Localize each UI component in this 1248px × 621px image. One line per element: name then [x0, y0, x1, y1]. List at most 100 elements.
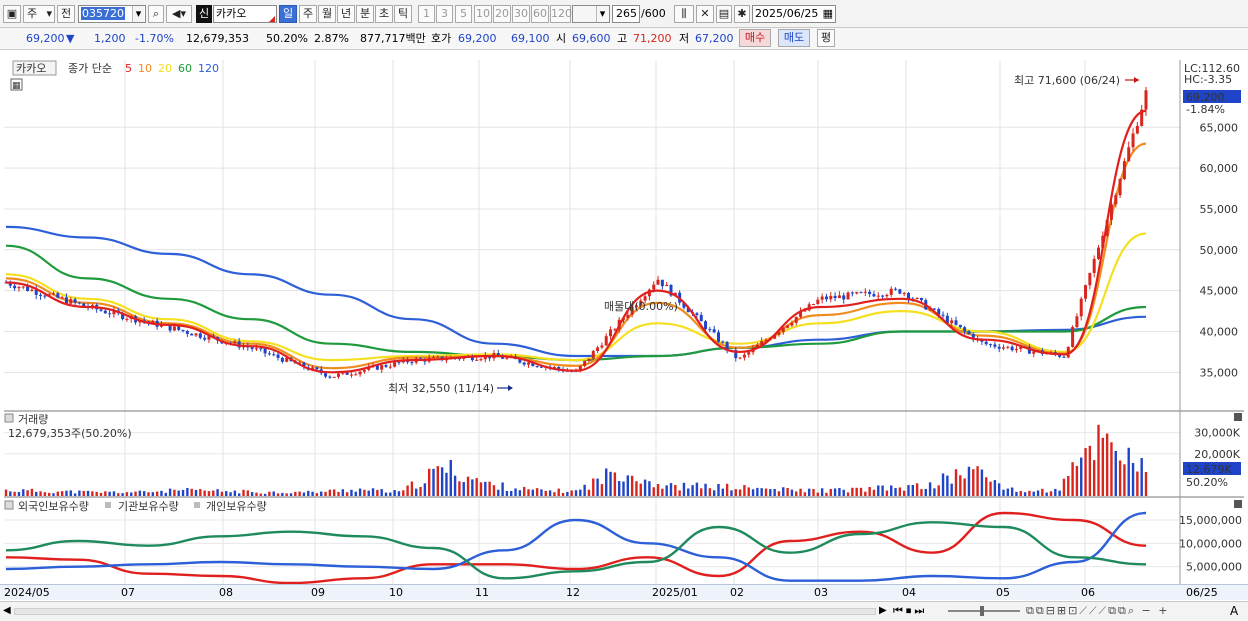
- volume-bar: [255, 492, 258, 496]
- speaker-icon[interactable]: ◀▾: [166, 5, 192, 23]
- volume-panel-close-icon[interactable]: [1234, 413, 1242, 421]
- tab-2[interactable]: 주: [299, 5, 317, 23]
- interval-button-1[interactable]: 1: [418, 5, 435, 23]
- scroll-track[interactable]: [14, 608, 876, 615]
- candle-body: [259, 348, 263, 350]
- font-size-icon[interactable]: A: [1230, 604, 1238, 618]
- scroll-left-icon[interactable]: ◀: [3, 605, 11, 616]
- candle-body: [1032, 351, 1036, 354]
- market-select[interactable]: 주 ▾: [23, 5, 55, 23]
- window-menu-icon[interactable]: ▣: [3, 5, 21, 23]
- volume-bar: [39, 491, 42, 496]
- x-axis-label: 02: [730, 586, 744, 599]
- interval-button-30[interactable]: 30: [512, 5, 530, 23]
- interval-button-60[interactable]: 60: [531, 5, 549, 23]
- date-input[interactable]: 2025/06/25 ▦: [752, 5, 836, 23]
- scroll-right-icon[interactable]: ▶: [879, 605, 887, 616]
- tab-4[interactable]: 년: [337, 5, 355, 23]
- playback-controls[interactable]: ⏮⏹⏭: [893, 604, 927, 618]
- prev-button[interactable]: 전: [57, 5, 75, 23]
- zoom-slider-handle[interactable]: [980, 606, 984, 616]
- candle-body: [328, 376, 332, 378]
- volume-bar: [315, 493, 319, 496]
- volume-bar: [1006, 488, 1010, 496]
- candle-body: [535, 366, 539, 368]
- candle-body: [842, 295, 846, 300]
- volume-bar: [194, 489, 198, 496]
- cross-icon[interactable]: ✕: [696, 5, 714, 23]
- candle-body: [781, 327, 785, 333]
- candle-body: [656, 279, 660, 285]
- stock-name-field[interactable]: 카카오: [213, 5, 277, 23]
- candle-body: [747, 352, 751, 355]
- interval-custom-field[interactable]: ▾: [572, 5, 610, 23]
- gear-icon[interactable]: ✱: [734, 5, 750, 23]
- candle-type-icon[interactable]: ⫼: [674, 5, 694, 23]
- volume-bar: [993, 480, 997, 496]
- volume-bar: [26, 490, 29, 496]
- ma-legend-item: 10: [138, 62, 152, 75]
- volume-current-tag: 12,679K: [1186, 463, 1232, 476]
- candle-body: [190, 333, 194, 336]
- volume-bar: [1045, 492, 1048, 496]
- volume-bar: [363, 489, 366, 496]
- volume-bar: [1092, 460, 1096, 496]
- candle-body: [997, 346, 1001, 349]
- volume-bar: [890, 485, 893, 496]
- search-icon[interactable]: ⌕: [148, 5, 164, 23]
- volume-bar: [518, 490, 522, 496]
- interval-button-3[interactable]: 3: [436, 5, 453, 23]
- buy-button[interactable]: 매수: [739, 29, 771, 47]
- interval-button-5[interactable]: 5: [455, 5, 472, 23]
- bottom-scrollbar[interactable]: ◀ ▶ ⏮⏹⏭ ⧉⧉⊟⊞⊡⟋⟋⟋⧉⧉⌕ − + A: [0, 601, 1248, 621]
- stock-chart[interactable]: 65,000 60,000 55,000 50,000 45,000 40,000 35,0…: [4, 52, 1244, 600]
- sell-button[interactable]: 매도: [778, 29, 810, 47]
- grid-icon: ▦: [12, 81, 21, 91]
- volume-bar: [492, 485, 496, 496]
- zoom-slider[interactable]: [948, 610, 1020, 612]
- volume-bar: [924, 488, 927, 496]
- low-annotation: 최저 32,550 (11/14): [388, 382, 494, 395]
- volume-value: 12,679,353: [186, 32, 249, 45]
- volume-bar: [250, 492, 254, 496]
- candle-body: [522, 362, 526, 365]
- volume-bar: [216, 489, 219, 496]
- candle-body: [272, 354, 276, 356]
- volume-bar: [147, 492, 150, 496]
- volume-bar: [734, 489, 737, 496]
- interval-button-120[interactable]: 120: [550, 5, 572, 23]
- candle-body: [1114, 195, 1118, 205]
- interval-button-10[interactable]: 10: [474, 5, 492, 23]
- interval-button-20[interactable]: 20: [493, 5, 511, 23]
- volume-bar: [423, 483, 427, 496]
- tab-3[interactable]: 월: [318, 5, 336, 23]
- tab-7[interactable]: 틱: [394, 5, 412, 23]
- tool-icons[interactable]: ⧉⧉⊟⊞⊡⟋⟋⟋⧉⧉⌕ − +: [1026, 604, 1169, 618]
- save-icon[interactable]: ▤: [716, 5, 732, 23]
- volume-bar: [786, 488, 789, 496]
- calendar-icon[interactable]: ▦: [823, 6, 833, 22]
- chevron-down-icon[interactable]: ▾: [596, 6, 608, 22]
- candle-body: [919, 298, 923, 301]
- tab-6[interactable]: 초: [375, 5, 393, 23]
- candle-body: [695, 313, 699, 315]
- stock-code-input[interactable]: 035720 ▾: [78, 5, 146, 23]
- volume-bar: [911, 484, 915, 496]
- volume-bar: [617, 481, 621, 496]
- candle-body: [1092, 258, 1096, 273]
- candle-body: [475, 359, 479, 361]
- chevron-down-icon[interactable]: ▾: [132, 6, 144, 22]
- count-input[interactable]: 265: [612, 5, 640, 23]
- holding-panel-close-icon[interactable]: [1234, 500, 1242, 508]
- candle-body: [837, 295, 841, 299]
- tab-1[interactable]: 일: [279, 5, 297, 23]
- tab-5[interactable]: 분: [356, 5, 374, 23]
- volume-bar: [946, 475, 949, 496]
- volume-bar: [1144, 472, 1148, 496]
- candle-body: [742, 354, 746, 358]
- candle-body: [280, 357, 284, 362]
- balance-button[interactable]: 평: [817, 29, 835, 47]
- volume-bar: [1084, 448, 1087, 496]
- volume-bar: [838, 488, 841, 496]
- volume-bar: [1097, 424, 1100, 496]
